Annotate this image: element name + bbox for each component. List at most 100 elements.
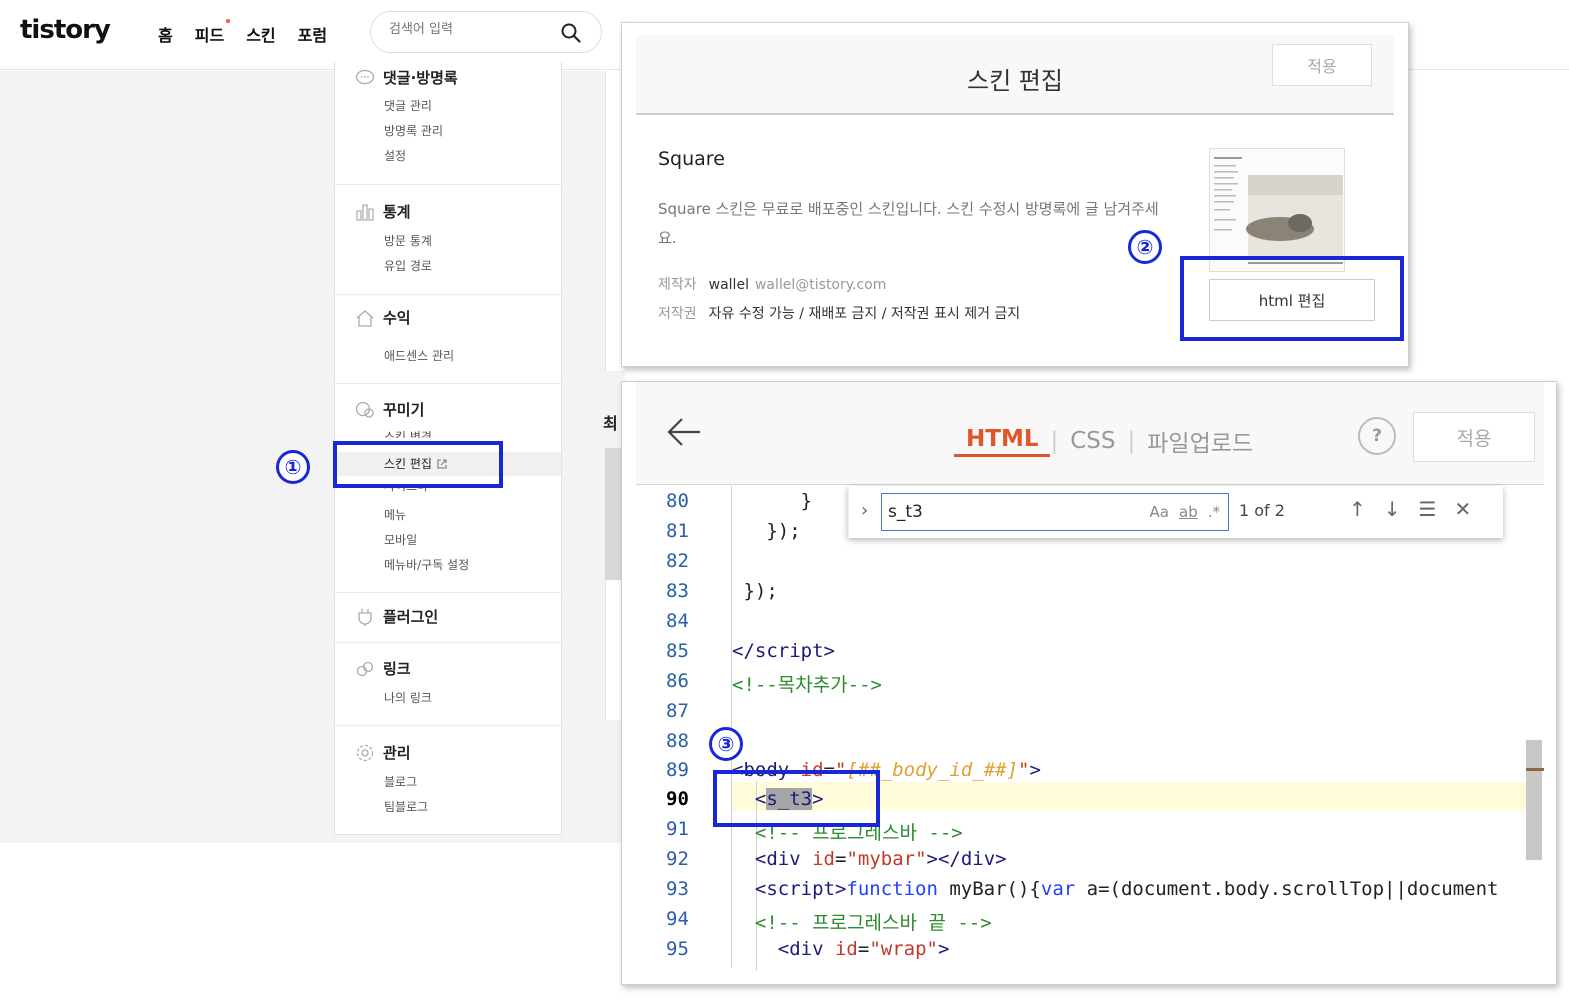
line-number: 88 xyxy=(666,730,689,752)
sidebar-item-menubar-subscribe[interactable]: 메뉴바/구독 설정 xyxy=(384,556,469,573)
code-line: <div id="wrap"> xyxy=(777,938,950,960)
line-number-current: 90 xyxy=(666,788,689,810)
regex-toggle[interactable]: .* xyxy=(1208,503,1220,521)
find-widget: › Aa ab .* 1 of 2 ↑ ↓ ☰ ✕ xyxy=(848,486,1503,538)
previous-match-icon[interactable]: ↑ xyxy=(1349,497,1366,521)
tistory-logo[interactable]: tistory xyxy=(20,15,111,45)
line-number: 95 xyxy=(666,938,689,960)
sidebar-section-title[interactable]: 꾸미기 xyxy=(355,399,424,420)
copyright-label: 저작권 xyxy=(658,306,697,322)
skin-thumbnail xyxy=(1209,148,1345,272)
sidebar-section-links: 링크 나의 링크 xyxy=(335,643,561,726)
find-match-count: 1 of 2 xyxy=(1239,501,1285,520)
line-number: 80 xyxy=(666,490,689,512)
match-case-toggle[interactable]: Aa xyxy=(1150,503,1169,521)
code-line: <script>function myBar(){var a=(document… xyxy=(754,878,1499,900)
find-navigation: ↑ ↓ ☰ ✕ xyxy=(1349,497,1471,521)
line-number: 81 xyxy=(666,520,689,542)
find-in-selection-icon[interactable]: ☰ xyxy=(1419,497,1437,521)
sidebar-section-title[interactable]: 수익 xyxy=(355,307,411,328)
tab-html[interactable]: HTML xyxy=(954,426,1051,457)
sidebar-section-stats: 통계 방문 통계 유입 경로 xyxy=(335,185,561,295)
code-line: <div id="mybar"></div> xyxy=(754,848,1007,870)
global-nav: 홈 피드 스킨 포럼 xyxy=(158,19,327,46)
sidebar-section-title[interactable]: 통계 xyxy=(355,201,411,222)
editor-tabs: HTML | CSS | 파일업로드 xyxy=(954,424,1265,458)
next-match-icon[interactable]: ↓ xyxy=(1384,497,1401,521)
sidebar-item-adsense[interactable]: 애드센스 관리 xyxy=(384,347,454,364)
line-number: 94 xyxy=(666,908,689,930)
find-input[interactable] xyxy=(888,502,1108,522)
bar-chart-icon xyxy=(356,203,374,221)
code-area[interactable]: 80 81 82 83 84 85 86 87 88 89 90 91 92 9… xyxy=(636,486,1544,976)
annotation-number-2: ② xyxy=(1128,230,1162,264)
sidebar-item-comment-settings[interactable]: 설정 xyxy=(384,147,406,164)
sidebar-section-title[interactable]: 플러그인 xyxy=(355,606,438,627)
back-arrow-icon[interactable] xyxy=(666,416,702,448)
tab-file-upload[interactable]: 파일업로드 xyxy=(1135,424,1265,458)
close-icon[interactable]: ✕ xyxy=(1454,497,1471,521)
scrollbar-match-marker xyxy=(1526,768,1544,771)
code-line: }); xyxy=(732,580,778,602)
nav-skin[interactable]: 스킨 xyxy=(246,22,275,46)
sidebar-section-label: 댓글·방명록 xyxy=(383,69,458,87)
skin-description: Square 스킨은 무료로 배포중인 스킨입니다. 스킨 수정시 방명록에 글… xyxy=(658,200,1159,247)
sidebar-section-title[interactable]: 관리 xyxy=(355,742,411,763)
sidebar-item-teamblog[interactable]: 팀블로그 xyxy=(384,798,428,815)
skin-copyright-row: 저작권 자유 수정 가능 / 재배포 금지 / 저작권 표시 제거 금지 xyxy=(658,303,1020,323)
nav-feed-label: 피드 xyxy=(194,26,225,45)
find-input-box: Aa ab .* xyxy=(881,493,1229,531)
line-number: 92 xyxy=(666,848,689,870)
toggle-replace-icon[interactable]: › xyxy=(861,500,868,521)
apply-button[interactable]: 적용 xyxy=(1413,412,1535,462)
code-line: <!--목차추가--> xyxy=(732,674,882,696)
tab-css[interactable]: CSS xyxy=(1058,428,1127,454)
sidebar-section-title[interactable]: 링크 xyxy=(355,658,411,679)
plug-icon xyxy=(358,608,372,626)
annotation-number-3: ③ xyxy=(709,727,743,761)
nav-forum[interactable]: 포럼 xyxy=(298,22,327,46)
sidebar-item-menu[interactable]: 메뉴 xyxy=(384,506,406,523)
code-line: } xyxy=(732,490,813,512)
sidebar-section-plugins: 플러그인 xyxy=(335,593,561,643)
gear-icon xyxy=(356,744,374,761)
skin-name: Square xyxy=(658,148,725,170)
line-number: 93 xyxy=(666,878,689,900)
content-heading-cut: 최 xyxy=(603,414,618,433)
new-dot-icon xyxy=(226,19,231,23)
apply-button[interactable]: 적용 xyxy=(1272,44,1372,86)
sidebar-section-comments: 댓글·방명록 댓글 관리 방명록 관리 설정 xyxy=(335,62,561,185)
sidebar-item-visit-stats[interactable]: 방문 통계 xyxy=(384,232,432,249)
sidebar-item-referrers[interactable]: 유입 경로 xyxy=(384,257,432,274)
editor-scrollbar[interactable] xyxy=(1526,740,1542,860)
find-options: Aa ab .* xyxy=(1150,503,1220,521)
sidebar-item-skin-change[interactable]: 스킨 변경 xyxy=(384,428,432,438)
sidebar-item-comments[interactable]: 댓글 관리 xyxy=(384,97,432,114)
author-email: wallel@tistory.com xyxy=(754,277,887,293)
tab-divider: | xyxy=(1050,428,1059,454)
sidebar-item-mobile[interactable]: 모바일 xyxy=(384,531,417,548)
sidebar-section-label: 수익 xyxy=(383,309,411,327)
speech-bubble-icon xyxy=(355,69,375,84)
sidebar-section-title[interactable]: 댓글·방명록 xyxy=(355,67,458,88)
search-icon[interactable] xyxy=(561,23,581,43)
line-number: 91 xyxy=(666,818,689,840)
nav-home[interactable]: 홈 xyxy=(158,22,173,46)
sidebar-item-my-links[interactable]: 나의 링크 xyxy=(384,689,432,706)
tab-divider: | xyxy=(1127,428,1136,454)
sidebar-item-blog[interactable]: 블로그 xyxy=(384,773,417,790)
author-label: 제작자 xyxy=(658,277,697,293)
line-number: 87 xyxy=(666,700,689,722)
help-icon[interactable]: ? xyxy=(1358,417,1396,455)
whole-word-toggle[interactable]: ab xyxy=(1179,503,1198,521)
line-number: 82 xyxy=(666,550,689,572)
annotation-number-1: ① xyxy=(276,450,310,484)
line-number: 83 xyxy=(666,580,689,602)
sidebar-item-guestbook[interactable]: 방명록 관리 xyxy=(384,122,443,139)
home-icon xyxy=(356,309,374,327)
code-line: <!-- 프로그레스바 끝 --> xyxy=(754,912,992,934)
copyright-value: 자유 수정 가능 / 재배포 금지 / 저작권 표시 제거 금지 xyxy=(708,306,1021,322)
line-number: 89 xyxy=(666,759,689,781)
search-input[interactable] xyxy=(389,22,549,37)
nav-feed[interactable]: 피드 xyxy=(194,19,231,46)
